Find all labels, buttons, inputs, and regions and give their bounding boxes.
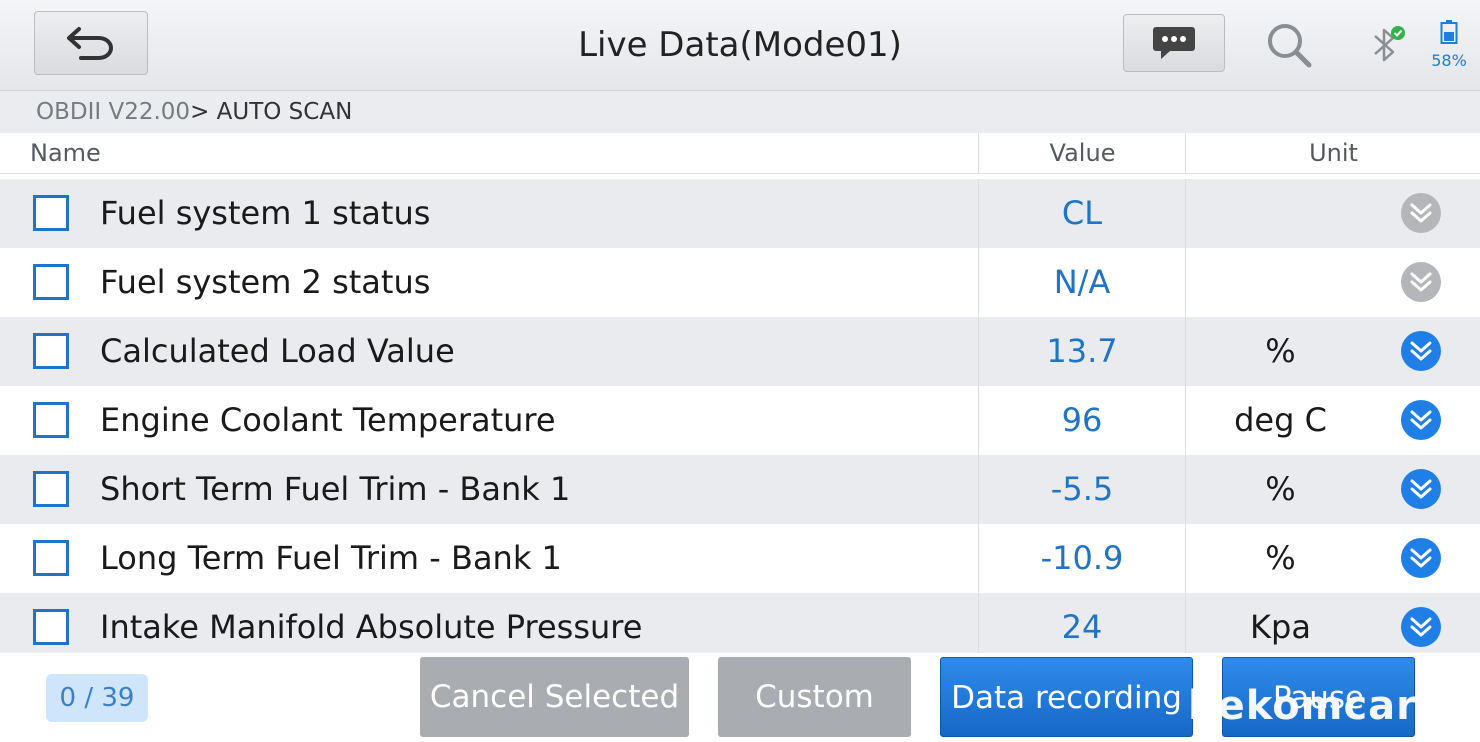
row-unit: deg C <box>1185 386 1375 455</box>
pause-button[interactable]: Pause <box>1222 657 1415 737</box>
breadcrumb-auto-scan: > AUTO SCAN <box>190 99 353 125</box>
custom-button[interactable]: Custom <box>718 657 911 737</box>
column-header-unit: Unit <box>1185 133 1480 173</box>
row-value: -10.9 <box>978 524 1185 593</box>
page-title: Live Data(Mode01) <box>578 25 902 65</box>
message-icon <box>1153 27 1195 59</box>
back-arrow-icon <box>67 27 113 60</box>
row-value: -5.5 <box>978 455 1185 524</box>
row-checkbox[interactable] <box>33 540 69 576</box>
row-unit: % <box>1185 524 1375 593</box>
chevron-down-icon[interactable] <box>1400 399 1442 441</box>
live-data-list[interactable]: Fuel system 1 status CL Fuel system 2 st… <box>0 179 1480 653</box>
message-button[interactable] <box>1123 14 1225 72</box>
header-bar: Live Data(Mode01) 58% <box>0 0 1480 91</box>
battery-indicator: 58% <box>1426 20 1472 70</box>
chevron-down-icon[interactable] <box>1400 468 1442 510</box>
battery-percent: 58% <box>1431 51 1467 70</box>
search-button[interactable] <box>1264 20 1314 70</box>
row-value: 24 <box>978 593 1185 653</box>
chevron-down-icon[interactable] <box>1400 537 1442 579</box>
table-row[interactable]: Calculated Load Value 13.7 % <box>0 317 1480 386</box>
chevron-down-icon[interactable] <box>1400 330 1442 372</box>
row-checkbox[interactable] <box>33 402 69 438</box>
selected-counter: 0 / 39 <box>46 674 148 722</box>
breadcrumb-software-version[interactable]: OBDII V22.00 <box>36 99 190 125</box>
row-name: Engine Coolant Temperature <box>100 401 556 439</box>
row-value: 96 <box>978 386 1185 455</box>
column-header-name: Name <box>30 139 101 167</box>
row-unit <box>1185 179 1375 248</box>
table-row[interactable]: Short Term Fuel Trim - Bank 1 -5.5 % <box>0 455 1480 524</box>
bluetooth-connected-icon <box>1374 26 1405 62</box>
row-value: 13.7 <box>978 317 1185 386</box>
table-row[interactable]: Fuel system 1 status CL <box>0 179 1480 248</box>
row-checkbox[interactable] <box>33 264 69 300</box>
row-unit: % <box>1185 455 1375 524</box>
chevron-down-icon[interactable] <box>1400 606 1442 648</box>
row-name: Calculated Load Value <box>100 332 455 370</box>
footer-toolbar: 0 / 39 Cancel Selected Custom Data recor… <box>0 653 1480 742</box>
battery-icon <box>1440 20 1458 44</box>
search-icon <box>1268 24 1312 68</box>
row-name: Fuel system 2 status <box>100 263 431 301</box>
column-header-value: Value <box>978 133 1186 173</box>
table-row[interactable]: Intake Manifold Absolute Pressure 24 Kpa <box>0 593 1480 653</box>
row-value: N/A <box>978 248 1185 317</box>
cancel-selected-button[interactable]: Cancel Selected <box>420 657 689 737</box>
table-row[interactable]: Long Term Fuel Trim - Bank 1 -10.9 % <box>0 524 1480 593</box>
row-name: Intake Manifold Absolute Pressure <box>100 608 643 646</box>
row-name: Long Term Fuel Trim - Bank 1 <box>100 539 562 577</box>
row-unit: % <box>1185 317 1375 386</box>
breadcrumb: OBDII V22.00> AUTO SCAN <box>0 91 1480 133</box>
row-name: Fuel system 1 status <box>100 194 431 232</box>
row-unit: Kpa <box>1185 593 1375 653</box>
row-value: CL <box>978 179 1185 248</box>
row-unit <box>1185 248 1375 317</box>
back-button[interactable] <box>34 11 148 75</box>
table-row[interactable]: Engine Coolant Temperature 96 deg C <box>0 386 1480 455</box>
table-header: Name Value Unit <box>0 133 1480 174</box>
table-row[interactable]: Fuel system 2 status N/A <box>0 248 1480 317</box>
chevron-down-icon[interactable] <box>1400 261 1442 303</box>
chevron-down-icon[interactable] <box>1400 192 1442 234</box>
row-checkbox[interactable] <box>33 195 69 231</box>
row-name: Short Term Fuel Trim - Bank 1 <box>100 470 571 508</box>
row-checkbox[interactable] <box>33 609 69 645</box>
live-data-screen: Live Data(Mode01) 58% OBDII V22.00> AUTO… <box>0 0 1480 742</box>
bluetooth-status[interactable] <box>1368 24 1408 66</box>
data-recording-button[interactable]: Data recording <box>940 657 1193 737</box>
row-checkbox[interactable] <box>33 333 69 369</box>
row-checkbox[interactable] <box>33 471 69 507</box>
